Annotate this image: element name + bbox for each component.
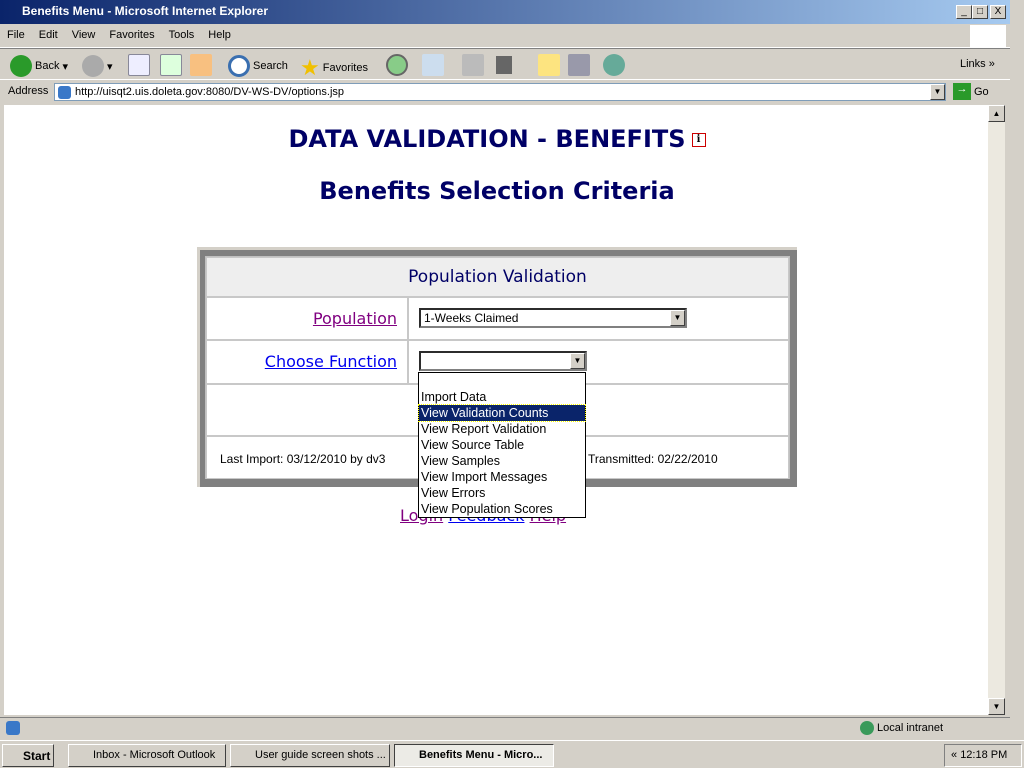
task-word[interactable]: User guide screen shots ... bbox=[230, 744, 390, 767]
option-view-report-validation[interactable]: View Report Validation bbox=[419, 421, 585, 437]
print-icon[interactable] bbox=[462, 54, 484, 76]
refresh-icon[interactable] bbox=[160, 54, 182, 76]
option-view-population-scores[interactable]: View Population Scores bbox=[419, 501, 585, 517]
start-button[interactable]: Start bbox=[2, 744, 54, 767]
population-link[interactable]: Population bbox=[313, 309, 397, 328]
population-label-cell: Population bbox=[206, 297, 408, 340]
menu-help[interactable]: Help bbox=[201, 24, 238, 46]
population-select-cell: 1-Weeks Claimed ▼ bbox=[408, 297, 789, 340]
scroll-up-button[interactable]: ▲ bbox=[988, 105, 1005, 122]
scroll-down-button[interactable]: ▼ bbox=[988, 698, 1005, 715]
address-input[interactable]: http://uisqt2.uis.doleta.gov:8080/DV-WS-… bbox=[54, 83, 946, 101]
option-view-source-table[interactable]: View Source Table bbox=[419, 437, 585, 453]
task-outlook[interactable]: Inbox - Microsoft Outlook bbox=[68, 744, 226, 767]
menu-bar: File Edit View Favorites Tools Help bbox=[0, 24, 1010, 48]
vertical-scrollbar[interactable]: ▲ ▼ bbox=[988, 105, 1005, 715]
taskbar: Start Inbox - Microsoft Outlook User gui… bbox=[0, 740, 1024, 768]
menu-edit[interactable]: Edit bbox=[32, 24, 65, 46]
option-view-errors[interactable]: View Errors bbox=[419, 485, 585, 501]
zone-text: Local intranet bbox=[877, 722, 944, 734]
page-subtitle: Benefits Selection Criteria bbox=[319, 177, 675, 205]
home-icon[interactable] bbox=[190, 54, 212, 76]
transmitted-text: Transmitted: 02/22/2010 bbox=[588, 452, 718, 466]
window-titlebar: Benefits Menu - Microsoft Internet Explo… bbox=[0, 0, 1010, 24]
search-icon bbox=[228, 55, 250, 77]
intranet-icon bbox=[860, 721, 874, 735]
favorites-button[interactable]: ★ Favorites bbox=[300, 55, 368, 81]
chevron-down-icon: ▼ bbox=[670, 310, 685, 326]
minimize-button[interactable]: _ bbox=[956, 5, 972, 19]
discuss-icon[interactable] bbox=[538, 54, 560, 76]
page-title: DATA VALIDATION - BENEFITS i bbox=[0, 125, 994, 153]
window-title: Benefits Menu - Microsoft Internet Explo… bbox=[22, 4, 269, 18]
back-arrow-icon bbox=[10, 55, 32, 77]
back-button[interactable]: Back ▾ bbox=[10, 55, 68, 77]
go-arrow-icon: → bbox=[953, 83, 971, 100]
menu-view[interactable]: View bbox=[65, 24, 103, 46]
maximize-button[interactable]: □ bbox=[972, 5, 988, 19]
population-select[interactable]: 1-Weeks Claimed ▼ bbox=[419, 308, 687, 328]
option-view-import-messages[interactable]: View Import Messages bbox=[419, 469, 585, 485]
chevron-down-icon: ▼ bbox=[570, 353, 585, 369]
forward-arrow-icon bbox=[82, 55, 104, 77]
task-ie[interactable]: Benefits Menu - Micro... bbox=[394, 744, 554, 767]
menu-favorites[interactable]: Favorites bbox=[102, 24, 161, 46]
links-button[interactable]: Links » bbox=[960, 58, 995, 70]
function-select[interactable]: ▼ bbox=[419, 351, 587, 371]
search-button[interactable]: Search bbox=[228, 55, 288, 77]
forward-button[interactable]: ▾ bbox=[82, 55, 113, 77]
close-button[interactable]: X bbox=[990, 5, 1006, 19]
windows-logo-icon bbox=[970, 25, 1006, 47]
edit-icon[interactable] bbox=[496, 56, 512, 74]
clock: 12:18 PM bbox=[960, 749, 1008, 761]
stop-icon[interactable] bbox=[128, 54, 150, 76]
ie-page-icon bbox=[58, 86, 71, 99]
go-button[interactable]: → Go bbox=[953, 83, 989, 100]
option-view-validation-counts[interactable]: View Validation Counts bbox=[418, 404, 586, 422]
menu-file[interactable]: File bbox=[0, 24, 32, 46]
history-icon[interactable] bbox=[386, 54, 408, 76]
ie-page-icon bbox=[6, 721, 20, 735]
choose-function-link[interactable]: Choose Function bbox=[265, 352, 397, 371]
function-dropdown-list: Import Data View Validation Counts View … bbox=[418, 372, 586, 518]
messenger-icon[interactable] bbox=[603, 54, 625, 76]
mail-icon[interactable] bbox=[422, 54, 444, 76]
function-label-cell: Choose Function bbox=[206, 340, 408, 384]
address-dropdown-arrow[interactable]: ▼ bbox=[930, 84, 945, 100]
last-import-text: Last Import: 03/12/2010 by dv3 bbox=[220, 452, 386, 466]
star-icon: ★ bbox=[300, 55, 320, 80]
system-tray: « 12:18 PM bbox=[944, 744, 1022, 767]
menu-tools[interactable]: Tools bbox=[162, 24, 202, 46]
status-bar: Local intranet bbox=[0, 717, 1010, 738]
option-import-data[interactable]: Import Data bbox=[419, 389, 585, 405]
panel-header: Population Validation bbox=[206, 257, 789, 297]
option-view-samples[interactable]: View Samples bbox=[419, 453, 585, 469]
address-label: Address bbox=[8, 85, 49, 97]
toolbar: Back ▾ ▾ Search ★ Favorites Links » bbox=[0, 48, 1010, 80]
info-icon[interactable]: i bbox=[691, 133, 706, 147]
research-icon[interactable] bbox=[568, 54, 590, 76]
